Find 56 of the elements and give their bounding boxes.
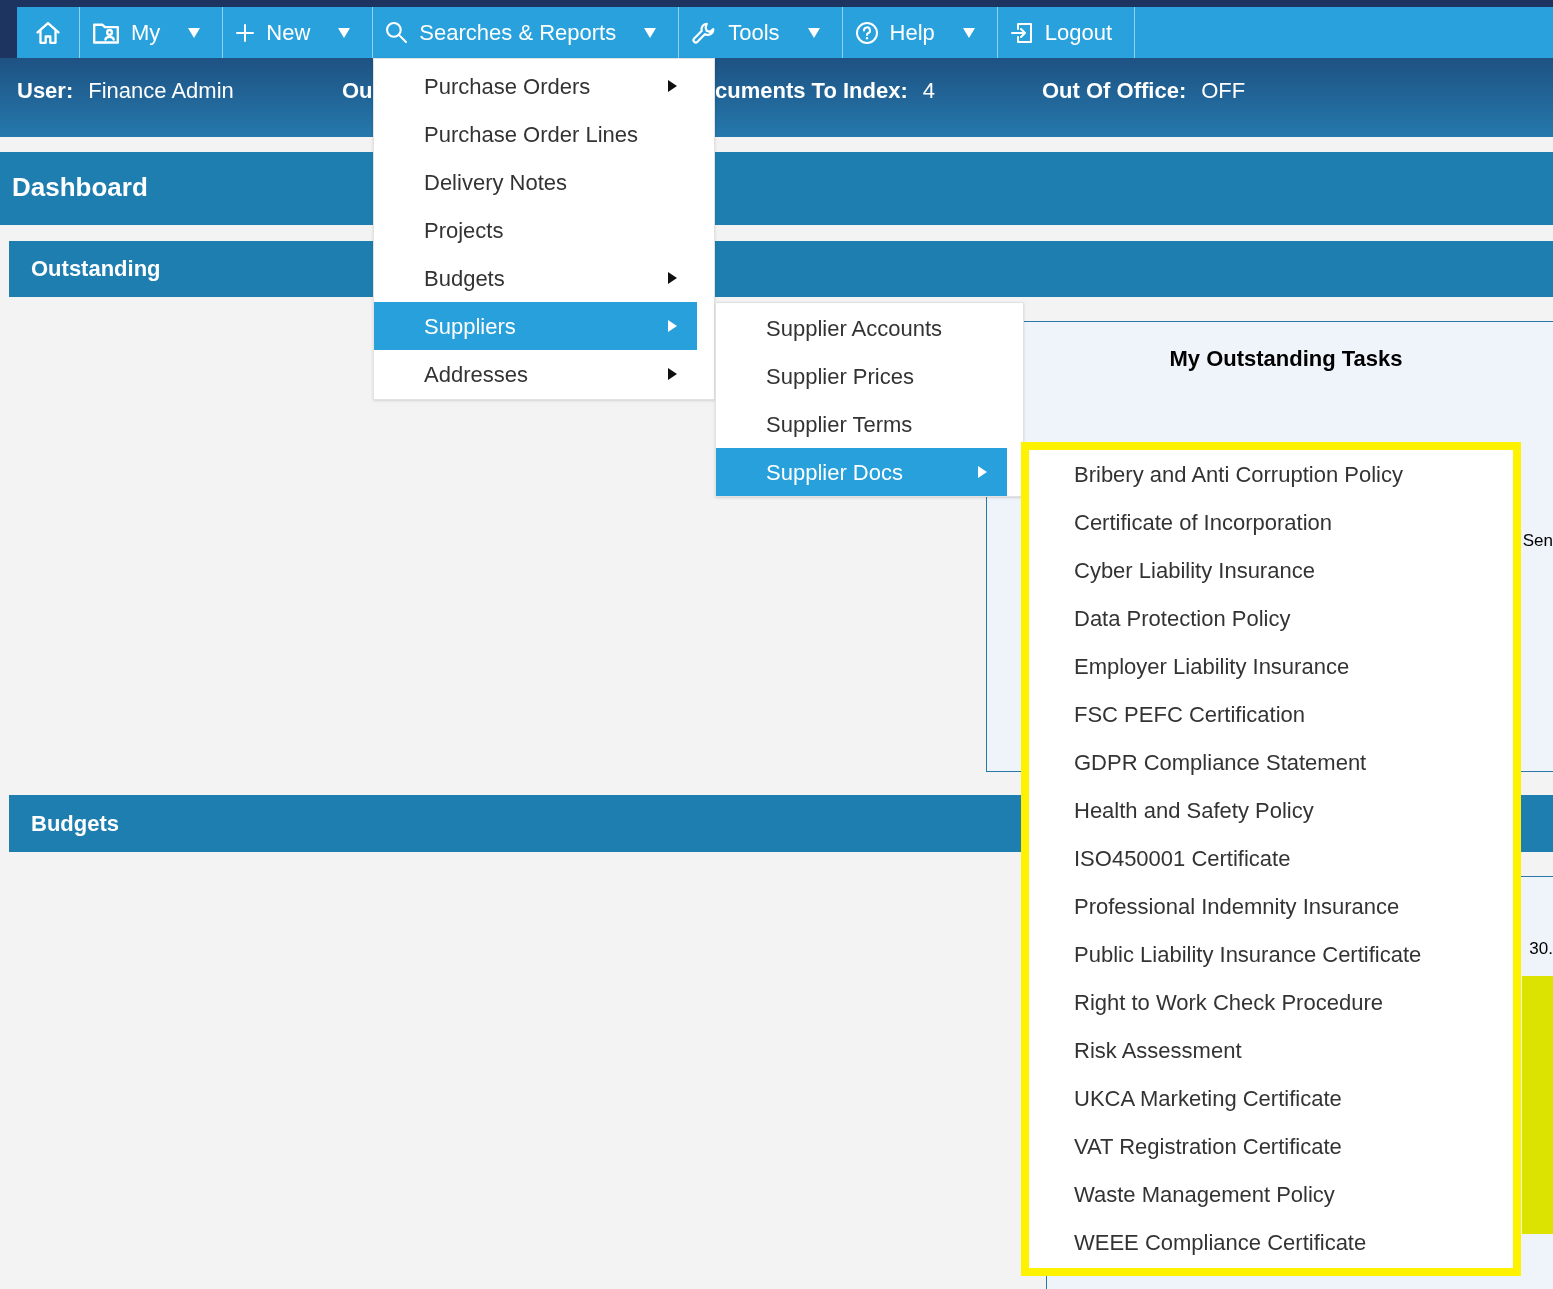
submenu-arrow-icon bbox=[668, 80, 677, 92]
menu-item[interactable]: Supplier Terms bbox=[716, 400, 1007, 448]
menu-item[interactable]: Addresses bbox=[374, 350, 697, 398]
menu-item[interactable]: Employer Liability Insurance bbox=[1029, 642, 1513, 690]
folder-user-icon bbox=[93, 21, 119, 44]
menu-item[interactable]: Delivery Notes bbox=[374, 158, 697, 206]
menu-item[interactable]: Budgets bbox=[374, 254, 697, 302]
search-icon bbox=[386, 22, 408, 43]
page-title: Dashboard bbox=[12, 173, 148, 200]
submenu-arrow-icon bbox=[668, 320, 677, 332]
menu-item[interactable]: Professional Indemnity Insurance bbox=[1029, 882, 1513, 930]
help-icon bbox=[855, 21, 878, 44]
caret-icon bbox=[188, 27, 201, 38]
home-icon bbox=[36, 21, 60, 44]
menu-item[interactable]: Right to Work Check Procedure bbox=[1029, 978, 1513, 1026]
field-value: OFF bbox=[1201, 77, 1246, 105]
menu-item[interactable]: Data Protection Policy bbox=[1029, 594, 1513, 642]
menu-item[interactable]: Health and Safety Policy bbox=[1029, 786, 1513, 834]
caret-icon bbox=[962, 27, 975, 38]
menu-item[interactable]: Projects bbox=[374, 206, 697, 254]
menu-item[interactable]: Risk Assessment bbox=[1029, 1026, 1513, 1074]
menu-item[interactable]: Bribery and Anti Corruption Policy bbox=[1029, 450, 1513, 498]
panel-text: Sen bbox=[1522, 531, 1553, 551]
menu-item[interactable]: WEEE Compliance Certificate bbox=[1029, 1218, 1513, 1266]
menu-item[interactable]: Purchase Order Lines bbox=[374, 110, 697, 158]
menu-item[interactable]: Public Liability Insurance Certificate bbox=[1029, 930, 1513, 978]
panel-title: My Outstanding Tasks bbox=[1169, 345, 1403, 373]
caret-icon bbox=[338, 27, 351, 38]
submenu-arrow-icon bbox=[668, 368, 677, 380]
submenu-arrow-icon bbox=[668, 272, 677, 284]
menu-item[interactable]: Supplier Prices bbox=[716, 352, 1007, 400]
menu-item[interactable]: Waste Management Policy bbox=[1029, 1170, 1513, 1218]
logout-icon bbox=[1010, 21, 1033, 44]
value-label: 30. bbox=[1529, 939, 1553, 959]
menu-item[interactable]: Cyber Liability Insurance bbox=[1029, 546, 1513, 594]
field-value: 4 bbox=[922, 77, 935, 105]
section-title: Budgets bbox=[31, 812, 119, 835]
menu-item[interactable]: UKCA Marketing Certificate bbox=[1029, 1074, 1513, 1122]
plus-icon bbox=[236, 23, 255, 42]
caret-icon bbox=[807, 27, 820, 38]
menu-item[interactable]: Certificate of Incorporation bbox=[1029, 498, 1513, 546]
menu-item[interactable]: Supplier Accounts bbox=[716, 304, 1007, 352]
submenu-arrow-icon bbox=[978, 466, 987, 478]
menu-item[interactable]: FSC PEFC Certification bbox=[1029, 690, 1513, 738]
menu-item[interactable]: VAT Registration Certificate bbox=[1029, 1122, 1513, 1170]
field-label: Out Of Office: bbox=[1042, 77, 1187, 105]
menu-item[interactable]: Purchase Orders bbox=[374, 62, 697, 110]
menu-item[interactable]: ISO450001 Certificate bbox=[1029, 834, 1513, 882]
wrench-icon bbox=[692, 20, 717, 45]
field-label: Ou bbox=[342, 77, 373, 105]
section-title: Outstanding bbox=[31, 258, 161, 280]
menu-item[interactable]: GDPR Compliance Statement bbox=[1029, 738, 1513, 786]
field-label: cuments To Index: bbox=[715, 77, 908, 105]
field-label: User: bbox=[17, 77, 74, 105]
caret-icon bbox=[644, 27, 657, 38]
field-value: Finance Admin bbox=[88, 77, 234, 105]
